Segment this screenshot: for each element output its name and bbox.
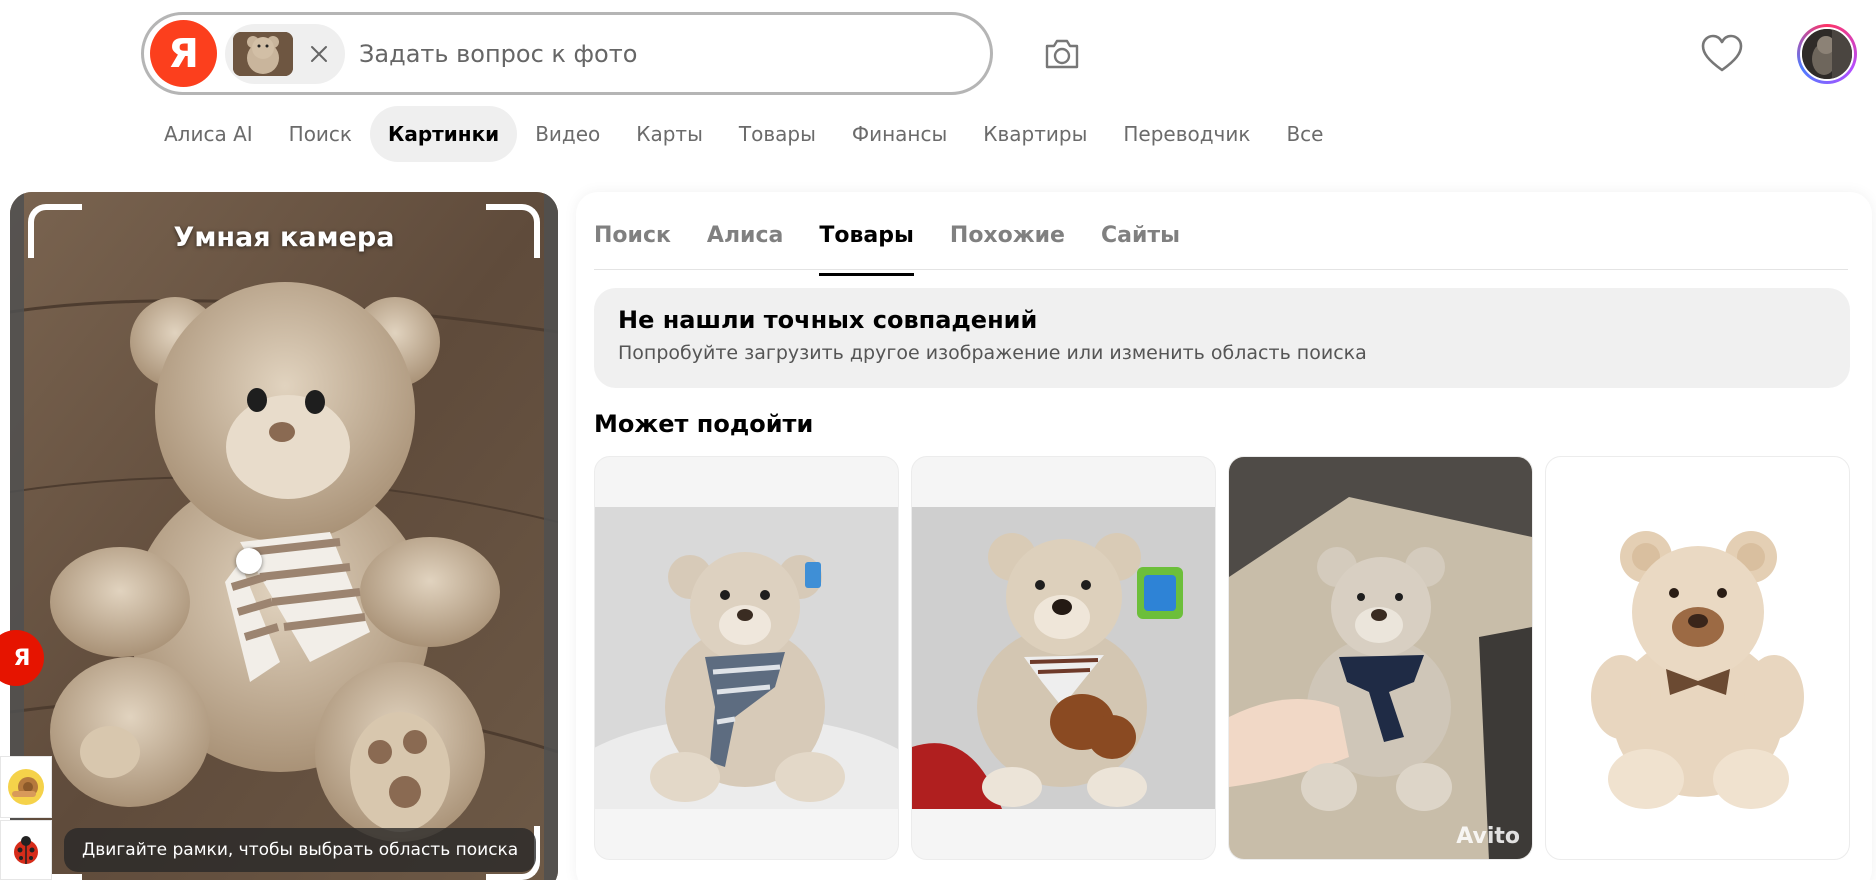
page: Я Задать вопрос к фото Алиса AI Поиск Ка…	[0, 0, 1876, 880]
no-match-subtitle: Попробуйте загрузить другое изображение …	[618, 342, 1367, 364]
product-card[interactable]	[594, 456, 899, 860]
uploaded-image-chip[interactable]	[225, 23, 345, 84]
service-images[interactable]: Картинки	[370, 106, 518, 162]
tabs-divider	[594, 269, 1848, 270]
product-cards: Avito	[594, 456, 1850, 860]
smart-camera-title: Умная камера	[173, 222, 395, 253]
close-icon[interactable]	[299, 34, 339, 74]
yandex-logo[interactable]: Я	[150, 20, 217, 87]
service-maps[interactable]: Карты	[618, 106, 721, 162]
product-card[interactable]: Avito	[1228, 456, 1533, 860]
product-image	[595, 507, 898, 809]
camera-icon[interactable]	[1040, 32, 1084, 76]
ladybug-widget-icon[interactable]	[0, 820, 52, 880]
service-translator[interactable]: Переводчик	[1105, 106, 1268, 162]
tab-search[interactable]: Поиск	[594, 206, 671, 264]
service-video[interactable]: Видео	[517, 106, 618, 162]
service-search[interactable]: Поиск	[271, 106, 370, 162]
service-goods[interactable]: Товары	[721, 106, 834, 162]
product-image	[1229, 457, 1532, 859]
tab-similar[interactable]: Похожие	[950, 206, 1065, 264]
tab-sites[interactable]: Сайты	[1101, 206, 1180, 264]
service-realty[interactable]: Квартиры	[965, 106, 1105, 162]
avito-watermark: Avito	[1456, 824, 1520, 849]
results-tabs: Поиск Алиса Товары Похожие Сайты	[594, 206, 1216, 276]
avatar-image	[1800, 27, 1854, 81]
search-input[interactable]	[359, 39, 919, 68]
snail-widget-icon[interactable]	[0, 756, 52, 818]
uploaded-image-thumbnail	[233, 31, 293, 76]
service-all[interactable]: Все	[1268, 106, 1341, 162]
tab-goods[interactable]: Товары	[819, 206, 914, 276]
product-image	[912, 507, 1215, 809]
results-panel: Поиск Алиса Товары Похожие Сайты Не нашл…	[576, 192, 1872, 880]
services-nav: Алиса AI Поиск Картинки Видео Карты Това…	[146, 106, 1341, 162]
service-alice-ai[interactable]: Алиса AI	[146, 106, 271, 162]
product-card[interactable]	[1545, 456, 1850, 860]
heart-icon[interactable]	[1700, 34, 1744, 74]
crop-hint: Двигайте рамки, чтобы выбрать область по…	[64, 828, 537, 872]
crop-dim-right	[544, 192, 558, 880]
search-bar[interactable]: Я	[141, 12, 993, 95]
suggest-heading: Может подойти	[594, 410, 814, 438]
uploaded-teddy-photo	[10, 192, 558, 880]
smart-camera-panel: Умная камера Двигайте рамки, чтобы выбра…	[10, 192, 558, 880]
object-marker-dot[interactable]	[236, 548, 262, 574]
tab-alice[interactable]: Алиса	[707, 206, 783, 264]
service-finance[interactable]: Финансы	[834, 106, 965, 162]
no-match-notice: Не нашли точных совпадений Попробуйте за…	[594, 288, 1850, 388]
product-card[interactable]	[911, 456, 1216, 860]
no-match-title: Не нашли точных совпадений	[618, 306, 1038, 334]
product-image	[1546, 497, 1849, 817]
avatar[interactable]	[1797, 24, 1857, 84]
